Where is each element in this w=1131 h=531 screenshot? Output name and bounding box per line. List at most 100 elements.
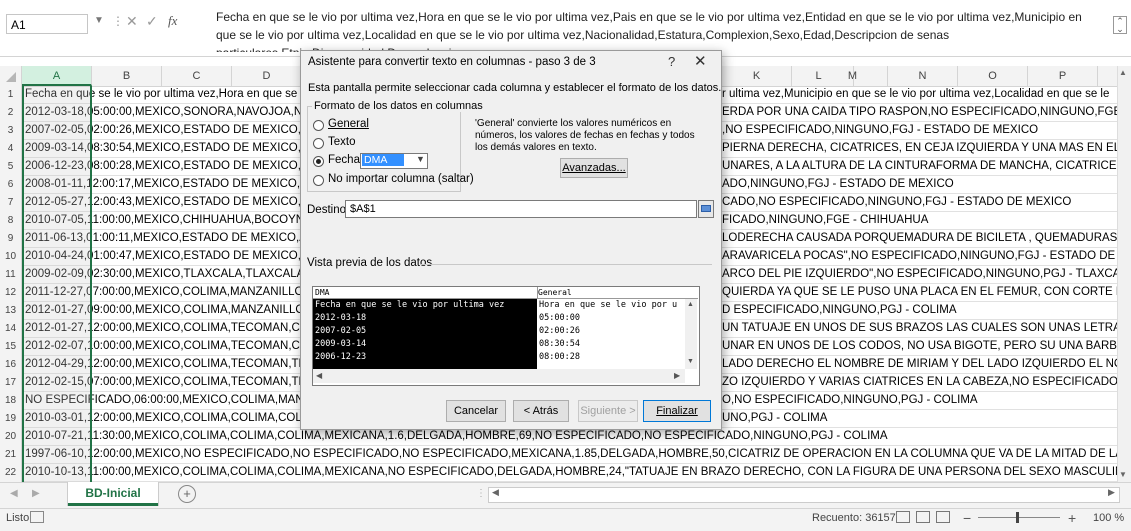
zoom-slider[interactable]	[978, 517, 1060, 518]
row-header[interactable]: 7	[0, 194, 22, 212]
radio-general[interactable]	[313, 120, 324, 131]
row-header[interactable]: 11	[0, 266, 22, 284]
cell-k[interactable]: ,NO ESPECIFICADO,NINGUNO,FGJ - ESTADO DE…	[722, 122, 1038, 140]
confirm-entry-icon[interactable]: ✓	[146, 13, 158, 30]
preview-column-1[interactable]: Fecha en que se le vio por ultima vez 201…	[313, 299, 537, 369]
vertical-scrollbar[interactable]	[1117, 66, 1131, 482]
cell-k[interactable]: UNO,PGJ - COLIMA	[722, 410, 827, 428]
preview-horizontal-scrollbar[interactable]	[313, 369, 685, 383]
cell-k[interactable]: CADO,NO ESPECIFICADO,NINGUNO,FGJ - ESTAD…	[722, 194, 1071, 212]
column-header-b[interactable]: B	[92, 66, 162, 86]
cell-k[interactable]: ADO,NINGUNO,FGJ - ESTADO DE MEXICO	[722, 176, 954, 194]
cell-k[interactable]: r ultima vez,Municipio en que se le vio …	[722, 86, 1109, 104]
cell-k[interactable]: UN TATUAJE EN UNOS DE SUS BRAZOS LAS CUA…	[722, 320, 1131, 338]
row-header[interactable]: 20	[0, 428, 22, 446]
normal-view-icon[interactable]	[896, 511, 910, 523]
cell-a[interactable]: 2010-10-13,11:00:00,MEXICO,COLIMA,COLIMA…	[25, 464, 1131, 482]
scroll-left-icon[interactable]: ◀	[316, 371, 322, 380]
row-header[interactable]: 14	[0, 320, 22, 338]
date-format-value[interactable]: DMA	[362, 154, 404, 166]
cell-k[interactable]: D ESPECIFICADO,NINGUNO,PGJ - COLIMA	[722, 302, 957, 320]
tab-splitter-icon[interactable]: ⋮	[476, 488, 486, 499]
zoom-in-button[interactable]: +	[1068, 510, 1076, 526]
column-header-n[interactable]: N	[888, 66, 958, 86]
column-header-m[interactable]: M	[818, 66, 888, 86]
advanced-button[interactable]: Avanzadas...	[560, 158, 628, 178]
insert-function-icon[interactable]: fx	[168, 13, 177, 29]
scroll-right-icon[interactable]: ▶	[1108, 487, 1115, 498]
cell-k[interactable]: QUIERDA YA QUE SE LE PUSO UNA PLACA EN E…	[722, 284, 1131, 302]
radio-text[interactable]	[313, 138, 324, 149]
expand-formula-bar-icon[interactable]: ⌃ ⌄	[1113, 16, 1127, 34]
row-header[interactable]: 12	[0, 284, 22, 302]
zoom-level[interactable]: 100 %	[1093, 512, 1124, 524]
back-button[interactable]: < Atrás	[513, 400, 569, 422]
cell-k[interactable]: ERDA POR UNA CAIDA TIPO RASPON,NO ESPECI…	[722, 104, 1131, 122]
cell-k[interactable]: LODERECHA CAUSADA PORQUEMADURA DE BICILE…	[722, 230, 1131, 248]
row-header[interactable]: 10	[0, 248, 22, 266]
cell-k[interactable]: UNARES, A LA ALTURA DE LA CINTURAFORMA D…	[722, 158, 1131, 176]
row-header[interactable]: 3	[0, 122, 22, 140]
scroll-down-icon[interactable]: ▼	[1119, 470, 1127, 479]
row-header[interactable]: 1	[0, 86, 22, 104]
next-sheet-icon[interactable]: ▶	[32, 488, 40, 499]
cell-k[interactable]: PIERNA DERECHA, CICATRICES, EN CEJA IZQU…	[722, 140, 1131, 158]
cell-k[interactable]: ARCO DEL PIE IZQUIERDO",NO ESPECIFICADO,…	[722, 266, 1131, 284]
previous-sheet-icon[interactable]: ◀	[10, 488, 18, 499]
scroll-up-icon[interactable]: ▲	[1119, 68, 1127, 77]
finish-button[interactable]: Finalizar	[643, 400, 711, 422]
row-header[interactable]: 6	[0, 176, 22, 194]
sheet-tab-bd-inicial[interactable]: BD-Inicial	[68, 482, 158, 506]
cancel-entry-icon[interactable]: ✕	[126, 13, 138, 30]
row-header[interactable]: 13	[0, 302, 22, 320]
cell-k[interactable]: ZO IZQUIERDO Y VARIAS CIATRICES EN LA CA…	[722, 374, 1131, 392]
radio-general-label[interactable]: General	[328, 118, 369, 130]
cell-k[interactable]: FICADO,NINGUNO,FGE - CHIHUAHUA	[722, 212, 928, 230]
row-header[interactable]: 2	[0, 104, 22, 122]
column-header-c[interactable]: C	[162, 66, 232, 86]
formula-text[interactable]: Fecha en que se le vio por ultima vez,Ho…	[216, 8, 1096, 52]
zoom-out-button[interactable]: −	[963, 510, 971, 526]
page-layout-view-icon[interactable]	[916, 511, 930, 523]
radio-date[interactable]	[313, 156, 324, 167]
cell-a[interactable]: 2010-07-21,11:30:00,MEXICO,COLIMA,COLIMA…	[25, 428, 888, 446]
page-break-view-icon[interactable]	[936, 511, 950, 523]
horizontal-scrollbar[interactable]	[488, 487, 1120, 503]
cell-k[interactable]: UNAR EN UNOS DE LOS CODOS, NO USA BIGOTE…	[722, 338, 1131, 356]
close-icon[interactable]: ✕	[694, 52, 707, 70]
scroll-down-icon[interactable]: ▼	[687, 358, 694, 365]
radio-skip-label[interactable]: No importar columna (saltar)	[328, 173, 474, 185]
radio-date-label[interactable]: Fecha:	[328, 154, 363, 166]
name-box[interactable]: A1	[6, 14, 88, 34]
row-header[interactable]: 18	[0, 392, 22, 410]
radio-skip[interactable]	[313, 175, 324, 186]
scroll-up-icon[interactable]: ▲	[687, 301, 694, 308]
row-header[interactable]: 17	[0, 374, 22, 392]
cell-k[interactable]: O,NO ESPECIFICADO,NINGUNO,PGJ - COLIMA	[722, 392, 978, 410]
row-header[interactable]: 21	[0, 446, 22, 464]
column-header-o[interactable]: O	[958, 66, 1028, 86]
name-box-dropdown-icon[interactable]: ▼	[94, 15, 104, 26]
row-header[interactable]: 4	[0, 140, 22, 158]
preview-column-1-header[interactable]: DMA	[313, 287, 538, 299]
scroll-right-icon[interactable]: ▶	[674, 371, 680, 380]
row-header[interactable]: 16	[0, 356, 22, 374]
cancel-button[interactable]: Cancelar	[446, 400, 506, 422]
column-header-a[interactable]: A	[22, 66, 92, 86]
row-header[interactable]: 9	[0, 230, 22, 248]
column-header-p[interactable]: P	[1028, 66, 1098, 86]
radio-text-label[interactable]: Texto	[328, 136, 356, 148]
preview-column-2[interactable]: Hora en que se le vio por u 05:00:00 02:00…	[537, 299, 685, 369]
cell-k[interactable]: ARAVARICELA POCAS",NO ESPECIFICADO,NINGU…	[722, 248, 1131, 266]
chevron-down-icon[interactable]: ▼	[416, 154, 425, 164]
row-header[interactable]: 15	[0, 338, 22, 356]
macro-record-icon[interactable]	[30, 511, 44, 523]
destination-input[interactable]: $A$1	[345, 200, 697, 218]
zoom-slider-thumb[interactable]	[1016, 512, 1019, 523]
row-header[interactable]: 22	[0, 464, 22, 482]
cell-a[interactable]: 1997-06-10,12:00:00,MEXICO,NO ESPECIFICA…	[25, 446, 1131, 464]
row-header[interactable]: 5	[0, 158, 22, 176]
scroll-left-icon[interactable]: ◀	[492, 487, 499, 498]
cell-k[interactable]: LADO DERECHO EL NOMBRE DE MIRIAM Y DEL L…	[722, 356, 1131, 374]
preview-column-2-header[interactable]: General	[536, 287, 698, 299]
